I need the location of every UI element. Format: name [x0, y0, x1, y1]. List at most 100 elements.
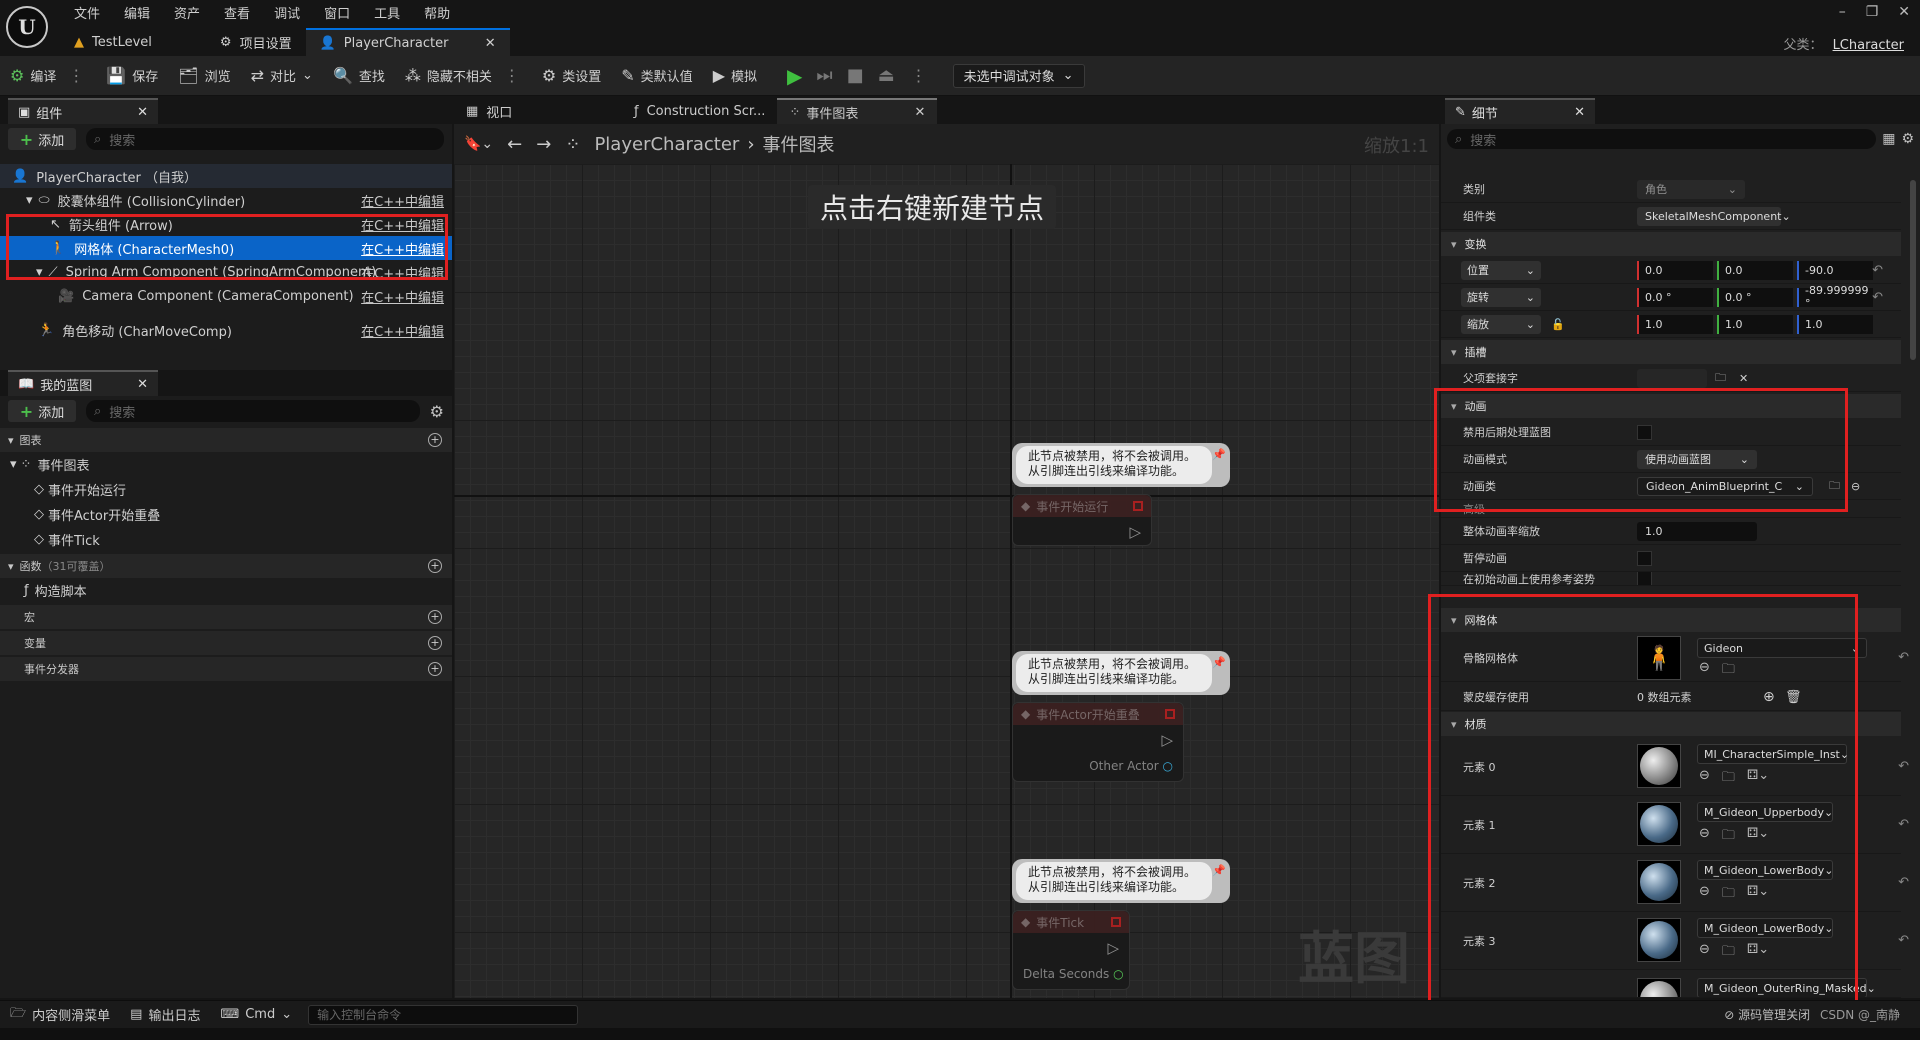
- event-node-actor-overlap[interactable]: ◆ 事件Actor开始重叠 ▷ Other Actor ○: [1012, 702, 1184, 782]
- lock-icon[interactable]: 🔓: [1551, 318, 1565, 331]
- section-graphs[interactable]: ▾ 图表 +: [0, 428, 452, 452]
- breadcrumb-root[interactable]: PlayerCharacter: [594, 134, 739, 155]
- class-settings-button[interactable]: ⚙ 类设置: [532, 56, 611, 96]
- pin-icon[interactable]: 📌: [1212, 655, 1226, 670]
- reset-icon[interactable]: ↶: [1898, 759, 1909, 774]
- clear-icon[interactable]: ✕: [1739, 372, 1748, 385]
- tab-details[interactable]: ✎ 细节 ✕: [1445, 98, 1595, 124]
- play-icon[interactable]: ▶: [787, 64, 802, 88]
- menu-file[interactable]: 文件: [62, 3, 112, 22]
- category-select[interactable]: 角色 ⌄: [1637, 179, 1745, 199]
- location-y-field[interactable]: 0.0: [1717, 260, 1793, 280]
- menu-asset[interactable]: 资产: [162, 3, 212, 22]
- event-item[interactable]: ◇ 事件开始运行: [0, 477, 452, 502]
- section-functions[interactable]: ▾ 函数 （31可覆盖） +: [0, 554, 452, 578]
- event-graph-item[interactable]: ▾ ⁘ 事件图表: [0, 452, 452, 477]
- minimize-icon[interactable]: –: [1839, 4, 1846, 20]
- component-collision-cylinder[interactable]: ▾ ⬭ 胶囊体组件 (CollisionCylinder) 在C++中编辑: [0, 188, 452, 212]
- parent-class-link[interactable]: LCharacter: [1833, 38, 1904, 53]
- components-search-input[interactable]: ⌕ 搜索: [86, 128, 444, 150]
- diff-button[interactable]: ⇄ 对比 ⌄: [241, 56, 323, 96]
- tab-viewport[interactable]: ▦ 视口: [454, 98, 614, 124]
- edit-in-cpp-link[interactable]: 在C++中编辑: [361, 287, 444, 306]
- event-node-tick[interactable]: ◆ 事件Tick ▷ Delta Seconds ○: [1012, 910, 1130, 990]
- reset-icon[interactable]: ↶: [1872, 290, 1883, 305]
- forward-arrow-icon[interactable]: →: [536, 134, 551, 155]
- close-icon[interactable]: ✕: [1574, 105, 1585, 120]
- class-defaults-button[interactable]: ✎ 类默认值: [611, 56, 702, 96]
- compile-button[interactable]: ⚙ 编译: [0, 56, 66, 96]
- add-dispatcher-icon[interactable]: +: [428, 662, 442, 676]
- hide-unrelated-button[interactable]: ⁂ 隐藏不相关: [395, 56, 502, 96]
- gear-icon[interactable]: ⚙: [430, 402, 444, 421]
- close-window-icon[interactable]: ✕: [1898, 4, 1910, 20]
- tab-construction-script[interactable]: ƒ Construction Scr...: [622, 98, 777, 124]
- menu-window[interactable]: 窗口: [312, 3, 362, 22]
- section-macros[interactable]: 宏 +: [0, 605, 452, 629]
- rotation-z-field[interactable]: -89.999999 °: [1797, 284, 1873, 310]
- add-component-button[interactable]: + 添加: [8, 128, 76, 150]
- location-x-field[interactable]: 0.0: [1637, 260, 1713, 280]
- event-node-begin-play[interactable]: ◆ 事件开始运行 ▷: [1012, 494, 1152, 546]
- menu-edit[interactable]: 编辑: [112, 3, 162, 22]
- edit-in-cpp-link[interactable]: 在C++中编辑: [361, 191, 444, 210]
- tab-testlevel[interactable]: ▲ TestLevel: [60, 28, 166, 56]
- delegate-pin-icon[interactable]: [1111, 917, 1121, 927]
- simulate-button[interactable]: ▶ 模拟: [703, 56, 767, 96]
- close-icon[interactable]: ✕: [137, 377, 148, 392]
- rotation-x-field[interactable]: 0.0 °: [1637, 287, 1713, 307]
- tab-playercharacter[interactable]: 👤 PlayerCharacter ✕: [305, 28, 510, 56]
- details-scrollbar[interactable]: [1910, 180, 1916, 360]
- edit-in-cpp-link[interactable]: 在C++中编辑: [361, 321, 444, 340]
- console-command-input[interactable]: 输入控制台命令: [308, 1004, 579, 1025]
- more-options-icon[interactable]: ⋮: [502, 66, 522, 85]
- details-search-input[interactable]: ⌕ 搜索: [1447, 129, 1877, 149]
- section-dispatchers[interactable]: 事件分发器 +: [0, 657, 452, 681]
- exec-pin-icon[interactable]: ▷: [1161, 731, 1173, 749]
- delegate-pin-icon[interactable]: [1165, 709, 1175, 719]
- menu-debug[interactable]: 调试: [262, 3, 312, 22]
- close-tab-icon[interactable]: ✕: [485, 36, 496, 51]
- construction-script-item[interactable]: ƒ 构造脚本: [0, 578, 452, 603]
- delegate-pin-icon[interactable]: [1133, 501, 1143, 511]
- rotation-mode-select[interactable]: 旋转 ⌄: [1461, 287, 1541, 307]
- use-selected-icon[interactable]: ⊖: [1851, 480, 1860, 493]
- my-blueprint-search-input[interactable]: ⌕ 搜索: [86, 400, 420, 422]
- eject-icon[interactable]: ⏏: [878, 65, 895, 86]
- tab-event-graph[interactable]: ⁘ 事件图表 ✕: [777, 98, 938, 124]
- stop-icon[interactable]: ■: [847, 65, 864, 86]
- pin-icon[interactable]: 📌: [1212, 447, 1226, 462]
- find-button[interactable]: 🔍 查找: [323, 56, 395, 96]
- add-variable-icon[interactable]: +: [428, 636, 442, 650]
- menu-view[interactable]: 查看: [212, 3, 262, 22]
- section-sockets[interactable]: 插槽: [1441, 340, 1901, 364]
- unreal-logo[interactable]: U: [6, 6, 48, 48]
- event-item[interactable]: ◇ 事件Tick: [0, 527, 452, 552]
- cmd-select[interactable]: ⌨ Cmd ⌄: [210, 1007, 302, 1022]
- close-icon[interactable]: ✕: [137, 105, 148, 120]
- step-icon[interactable]: ⏭: [816, 65, 832, 86]
- add-graph-icon[interactable]: +: [428, 433, 442, 447]
- rotation-y-field[interactable]: 0.0 °: [1717, 287, 1793, 307]
- reset-icon[interactable]: ↶: [1872, 263, 1883, 278]
- restore-icon[interactable]: ❐: [1866, 4, 1879, 20]
- save-button[interactable]: 💾 保存: [96, 56, 168, 96]
- menu-tools[interactable]: 工具: [362, 3, 412, 22]
- bookmark-icon[interactable]: 🔖⌄: [464, 136, 493, 152]
- scale-y-field[interactable]: 1.0: [1717, 314, 1793, 334]
- other-actor-pin[interactable]: Other Actor ○: [1089, 759, 1173, 773]
- tab-project-settings[interactable]: ⚙ 项目设置: [206, 28, 306, 56]
- component-camera[interactable]: 🎥 Camera Component (CameraComponent) 在C++中…: [0, 284, 452, 308]
- output-log-button[interactable]: ▤ 输出日志: [120, 1005, 210, 1024]
- debug-target-select[interactable]: 未选中调试对象 ⌄: [952, 63, 1085, 88]
- scale-z-field[interactable]: 1.0: [1797, 314, 1873, 334]
- compile-options-icon[interactable]: ⋮: [66, 66, 86, 85]
- reset-icon[interactable]: ↶: [1898, 933, 1909, 948]
- ref-pose-checkbox[interactable]: [1637, 572, 1652, 585]
- tab-components[interactable]: ▣ 组件 ✕: [8, 98, 158, 124]
- close-icon[interactable]: ✕: [915, 105, 926, 120]
- tab-my-blueprint[interactable]: 📖 我的蓝图 ✕: [8, 370, 158, 396]
- section-transform[interactable]: 变换: [1441, 232, 1901, 256]
- delta-seconds-pin[interactable]: Delta Seconds ○: [1023, 967, 1124, 981]
- reset-icon[interactable]: ↶: [1898, 875, 1909, 890]
